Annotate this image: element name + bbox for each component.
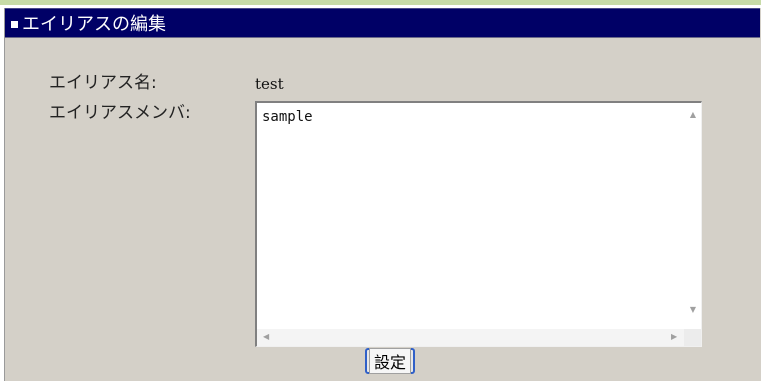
alias-members-textarea[interactable]: sample ▲ ▼ ◀ ▶ <box>255 101 702 347</box>
scroll-up-arrow-icon[interactable]: ▲ <box>690 111 696 119</box>
square-bullet-icon <box>11 21 18 28</box>
vertical-scrollbar[interactable]: ▲ ▼ <box>684 103 701 331</box>
alias-members-text[interactable]: sample <box>262 109 313 125</box>
alias-members-label: エイリアスメンバ: <box>49 103 191 123</box>
edit-alias-panel: エイリアスの編集 エイリアス名: test エイリアスメンバ: sample ▲… <box>4 8 761 381</box>
horizontal-scrollbar[interactable]: ◀ ▶ <box>257 329 684 346</box>
alias-name-label: エイリアス名: <box>49 73 157 93</box>
submit-button[interactable]: 設定 <box>365 348 415 374</box>
scrollbar-corner <box>684 329 701 346</box>
scroll-down-arrow-icon[interactable]: ▼ <box>690 306 696 314</box>
scroll-left-arrow-icon[interactable]: ◀ <box>263 333 269 341</box>
alias-name-value: test <box>255 75 284 93</box>
panel-header: エイリアスの編集 <box>5 8 760 38</box>
scroll-right-arrow-icon[interactable]: ▶ <box>671 333 677 341</box>
page-title: エイリアスの編集 <box>22 14 166 35</box>
submit-button-label: 設定 <box>368 348 411 374</box>
